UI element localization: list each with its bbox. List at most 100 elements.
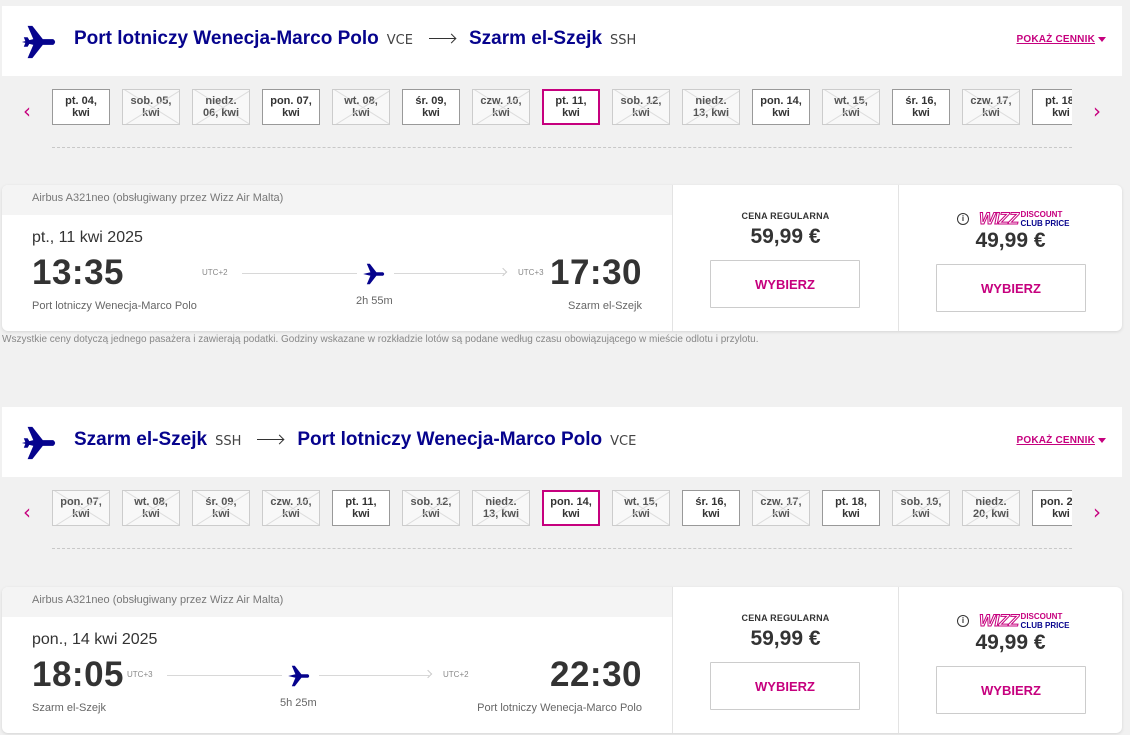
date-strip-viewport: pt. 04, kwi sob. 05, kwi niedz. 06, kwi pon. 0… [52,89,1072,127]
regular-price: 59,99 € [750,627,821,650]
regular-price-label: CENA REGULARNA [741,211,830,221]
origin-code: SSH [215,434,242,449]
chevron-right-icon[interactable]: › [1088,99,1106,123]
date-option[interactable]: niedz. 20, kwi [962,490,1020,526]
arrival-airport: Szarm el-Szejk [568,300,642,312]
date-option[interactable]: wt. 08, kwi [122,490,180,526]
date-line1: wt. 15, [834,95,868,107]
track-end-icon [423,669,433,679]
date-option[interactable]: pt. 11, kwi [542,89,600,125]
date-line1: czw. 10, [270,496,312,508]
date-line2: kwi [142,508,160,520]
return-route-header: Szarm el-Szejk SSH Port lotniczy Wenecja… [2,407,1122,477]
date-option[interactable]: pt. 18,kwi [822,490,880,526]
date-line2: kwi [422,107,440,119]
date-option[interactable]: pt. 18,kwi [1032,89,1072,125]
date-option[interactable]: pt. 04, kwi [52,89,110,125]
destination-code: SSH [610,33,637,48]
date-line1: śr. 09, [205,496,237,508]
date-line2: kwi [142,107,160,119]
date-line1: niedz. [975,496,1007,508]
date-line1: wt. 08, [134,496,168,508]
date-line2: 13, kwi [482,508,520,520]
show-price-list-link[interactable]: POKAŻ CENNIK [1016,34,1106,45]
select-regular-button[interactable]: WYBIERZ [710,260,860,308]
airplane-icon [21,426,56,460]
date-option[interactable]: śr. 16, kwi [682,490,740,526]
date-line1: śr. 09, [415,95,447,107]
wdc-price: 49,99 € [975,229,1046,252]
route-arrow-icon [428,38,455,39]
date-option[interactable]: pt. 11, kwi [332,490,390,526]
info-icon[interactable]: i [957,615,969,627]
date-strip-viewport: pon. 07, kwi wt. 08, kwi śr. 09, kwi czw. 10, k… [52,490,1072,528]
regular-price-column: CENA REGULARNA 59,99 € WYBIERZ [672,185,898,331]
wdc-price-column: i WIZZ DISCOUNT CLUB PRICE 49,99 € WYBIE… [898,185,1122,331]
date-line1: pon. 21, [1040,496,1072,508]
wdc-words: DISCOUNT CLUB PRICE [1021,210,1070,228]
date-line2: kwi [562,107,580,119]
chevron-left-icon[interactable]: ‹ [18,99,36,123]
destination-city: Port lotniczy Wenecja-Marco Polo [297,429,603,450]
date-option[interactable]: niedz. 06, kwi [192,89,250,125]
date-option[interactable]: czw. 17, kwi [962,89,1020,125]
date-option[interactable]: czw. 17, kwi [752,490,810,526]
chevron-right-icon[interactable]: › [1088,500,1106,524]
date-option[interactable]: śr. 09, kwi [192,490,250,526]
date-line1: pt. 18, [1045,95,1072,107]
show-price-label: POKAŻ CENNIK [1016,435,1095,446]
select-regular-button[interactable]: WYBIERZ [710,662,860,710]
flight-date: pon., 14 kwi 2025 [32,631,158,648]
wdc-word2: CLUB PRICE [1020,621,1070,630]
select-wdc-button[interactable]: WYBIERZ [936,666,1086,714]
outbound-flight-card: Airbus A321neo (obsługiwany przez Wizz A… [2,185,1122,331]
date-line1: śr. 16, [905,95,937,107]
date-option[interactable]: sob. 12, kwi [402,490,460,526]
wizz-logo: WIZZ [979,611,1020,631]
select-wdc-button[interactable]: WYBIERZ [936,264,1086,312]
date-option[interactable]: pon. 07, kwi [262,89,320,125]
date-line2: kwi [842,107,860,119]
origin-city: Szarm el-Szejk [74,429,208,450]
date-option[interactable]: sob. 19, kwi [892,490,950,526]
info-icon[interactable]: i [957,213,969,225]
date-option[interactable]: wt. 15, kwi [822,89,880,125]
departure-airport: Szarm el-Szejk [32,702,106,714]
arrival-airport: Port lotniczy Wenecja-Marco Polo [477,702,642,714]
divider [52,548,1072,549]
date-line1: sob. 12, [620,95,662,107]
date-option[interactable]: czw. 10, kwi [262,490,320,526]
date-option[interactable]: czw. 10, kwi [472,89,530,125]
destination-city: Szarm el-Szejk [468,28,603,49]
airplane-icon [363,263,385,285]
departure-time: 13:35 [32,253,125,292]
date-option[interactable]: śr. 16, kwi [892,89,950,125]
date-line2: kwi [282,107,300,119]
date-option[interactable]: niedz. 13, kwi [472,490,530,526]
date-option[interactable]: wt. 15, kwi [612,490,670,526]
date-line2: kwi [702,508,720,520]
flight-duration: 2h 55m [356,295,393,307]
date-line1: sob. 19, [900,496,942,508]
date-option[interactable]: pon. 21,kwi [1032,490,1072,526]
date-line1: sob. 05, [130,95,172,107]
chevron-left-icon[interactable]: ‹ [18,500,36,524]
date-option[interactable]: sob. 05, kwi [122,89,180,125]
regular-price-column: CENA REGULARNA 59,99 € WYBIERZ [672,587,898,733]
date-option[interactable]: pon. 07, kwi [52,490,110,526]
date-option[interactable]: sob. 12, kwi [612,89,670,125]
airplane-icon [21,25,56,59]
airplane-icon [288,665,310,687]
date-option[interactable]: pon. 14, kwi [752,89,810,125]
date-option[interactable]: wt. 08, kwi [332,89,390,125]
date-line1: pt. 18, [835,496,867,508]
track-line [242,273,357,274]
aircraft-info: Airbus A321neo (obsługiwany przez Wizz A… [2,185,672,215]
date-line2: 06, kwi [202,107,240,119]
track-line [167,675,282,676]
date-option[interactable]: śr. 09, kwi [402,89,460,125]
show-price-list-link[interactable]: POKAŻ CENNIK [1016,435,1106,446]
date-option[interactable]: niedz. 13, kwi [682,89,740,125]
date-option[interactable]: pon. 14, kwi [542,490,600,526]
date-line1: pon. 07, [60,496,102,508]
